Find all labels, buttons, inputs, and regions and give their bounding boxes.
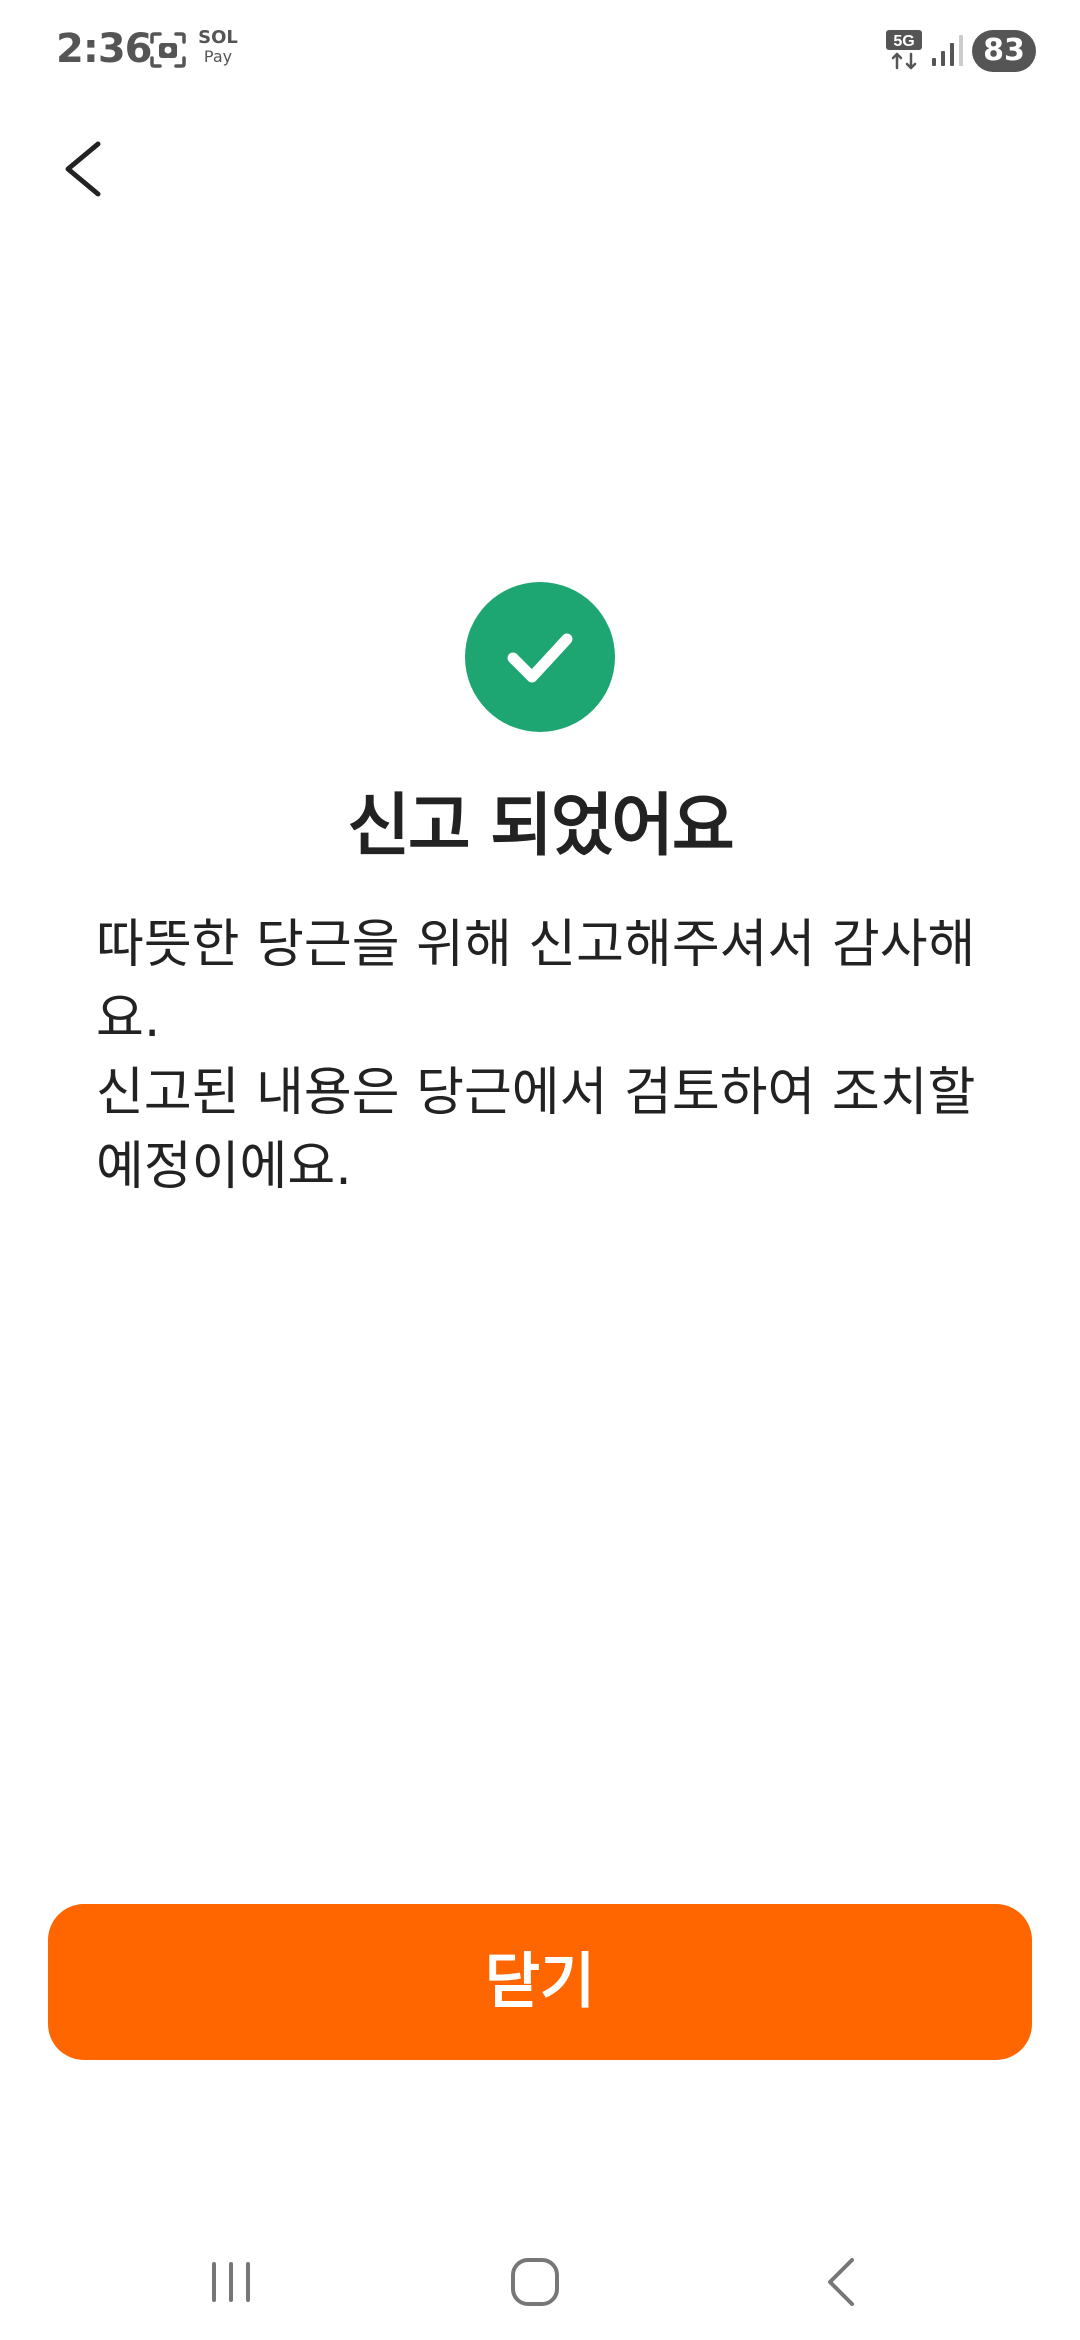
signal-icon xyxy=(932,35,963,66)
network-5g-icon: 5G xyxy=(886,30,922,70)
screenshot-icon xyxy=(150,32,186,68)
status-bar: 2:36 SOL Pay 5G 83 xyxy=(0,0,1080,100)
recent-apps-button[interactable] xyxy=(196,2250,266,2314)
system-back-button[interactable] xyxy=(806,2250,876,2314)
recent-apps-icon xyxy=(212,2262,250,2302)
home-icon xyxy=(511,2258,559,2306)
home-button[interactable] xyxy=(500,2250,570,2314)
page-title: 신고 되었어요 xyxy=(347,787,734,866)
check-circle-icon xyxy=(465,582,615,732)
report-complete-screen: 2:36 SOL Pay 5G 83 신고 되었어요 따뜻한 당근을 위해 신고… xyxy=(0,0,1080,2340)
navigation-bar xyxy=(0,2220,1080,2340)
back-button[interactable] xyxy=(44,126,124,212)
message-line-review: 신고된 내용은 당근에서 검토하여 조치할 예정이에요. xyxy=(96,1063,976,1197)
sol-label: SOL xyxy=(198,27,238,48)
report-message: 따뜻한 당근을 위해 신고해주셔서 감사해요. 신고된 내용은 당근에서 검토하… xyxy=(96,908,976,1204)
message-line-thanks: 따뜻한 당근을 위해 신고해주셔서 감사해요. xyxy=(96,915,976,1049)
battery-indicator: 83 xyxy=(972,30,1036,72)
pay-label: Pay xyxy=(203,47,233,66)
chevron-left-icon xyxy=(65,141,101,197)
checkmark-icon xyxy=(507,633,573,683)
network-label: 5G xyxy=(893,33,914,50)
back-icon xyxy=(828,2258,854,2306)
status-time: 2:36 xyxy=(56,26,152,72)
close-button[interactable]: 닫기 xyxy=(48,1904,1032,2060)
sol-pay-icon: SOL Pay xyxy=(196,28,240,66)
